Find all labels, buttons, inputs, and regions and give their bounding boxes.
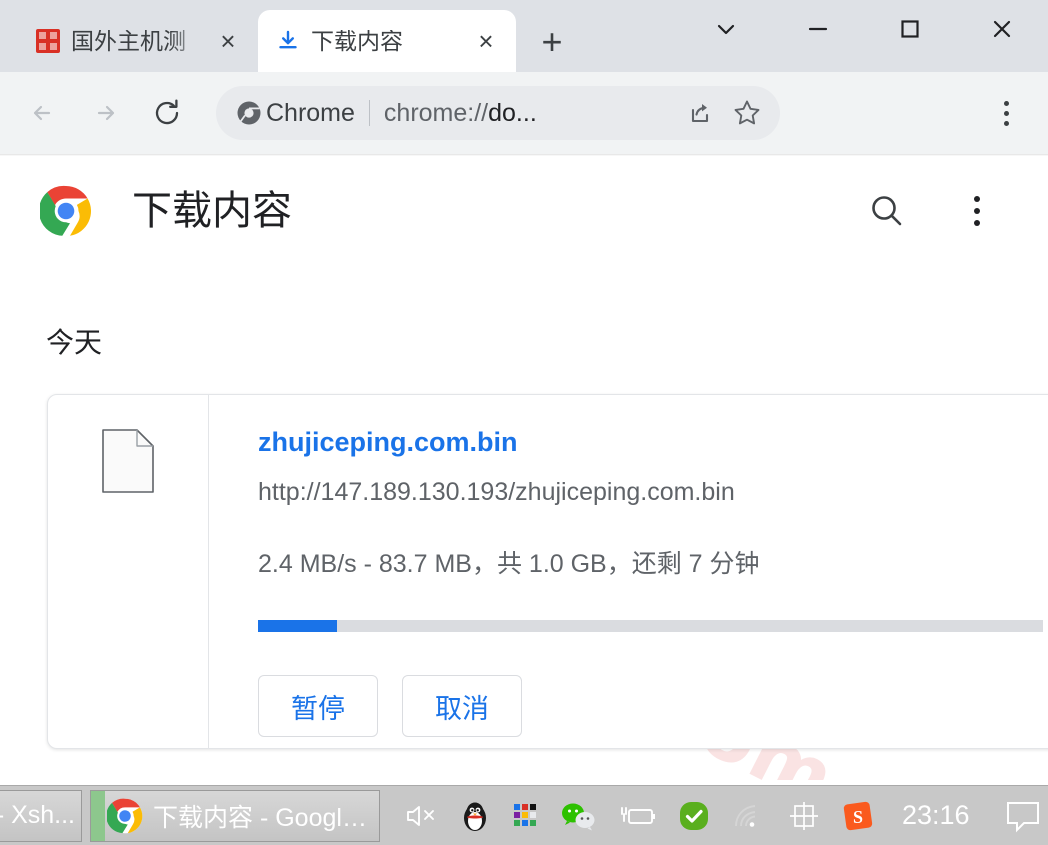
- forward-arrow-icon[interactable]: [78, 86, 132, 140]
- downloads-page: zhujiceping.com 下载内容: [0, 156, 1048, 780]
- chrome-shield-icon: [232, 96, 266, 130]
- green-check-icon[interactable]: [678, 800, 710, 832]
- reload-icon[interactable]: [140, 86, 194, 140]
- menu-dot: [1003, 110, 1009, 116]
- tab-title: 下载内容: [311, 29, 403, 53]
- qq-penguin-icon[interactable]: [460, 799, 490, 833]
- omnibox-divider: [368, 100, 370, 126]
- download-source-url: http://147.189.130.193/zhujiceping.com.b…: [258, 478, 735, 506]
- minimize-icon[interactable]: [772, 0, 864, 58]
- back-arrow-icon[interactable]: [16, 86, 70, 140]
- browser-tab-2[interactable]: 下载内容 ×: [258, 10, 516, 72]
- sogou-icon[interactable]: S: [842, 800, 874, 832]
- download-file-icon-column: [48, 395, 209, 748]
- taskbar-item-label: 下载内容 - Google ...: [153, 803, 379, 832]
- share-icon[interactable]: [682, 96, 716, 130]
- menu-dot: [974, 196, 980, 202]
- menu-dot: [974, 208, 980, 214]
- download-action-buttons: 暂停 取消: [258, 675, 1048, 737]
- close-icon[interactable]: ×: [214, 27, 242, 55]
- three-dot-menu-icon[interactable]: [982, 89, 1030, 137]
- maximize-icon[interactable]: [864, 0, 956, 58]
- download-status-text: 2.4 MB/s - 83.7 MB，共 1.0 GB，还剩 7 分钟: [258, 550, 760, 578]
- chevron-down-icon[interactable]: [680, 0, 772, 58]
- volume-muted-icon[interactable]: [404, 801, 438, 831]
- menu-dot: [1003, 120, 1009, 126]
- download-progress-fill: [258, 620, 337, 632]
- taskbar-item-label: - Xsh...: [0, 801, 75, 829]
- pause-button[interactable]: 暂停: [258, 675, 378, 737]
- color-grid-icon[interactable]: [512, 802, 538, 830]
- svg-text:S: S: [853, 807, 863, 827]
- tab-strip: 国外主机测 × 下载内容 × +: [0, 0, 1048, 72]
- taskbar-clock[interactable]: 23:16: [902, 800, 970, 831]
- download-item-card[interactable]: zhujiceping.com.bin http://147.189.130.1…: [47, 394, 1048, 749]
- generic-file-icon: [102, 429, 154, 493]
- download-filename-link[interactable]: zhujiceping.com.bin: [258, 429, 518, 456]
- wifi-icon[interactable]: [732, 802, 766, 830]
- download-group-day-label: 今天: [46, 327, 103, 358]
- download-icon: [276, 29, 300, 53]
- omnibox-url-host: do...: [488, 98, 537, 127]
- system-tray: S: [404, 799, 874, 833]
- address-bar[interactable]: Chrome chrome://do...: [216, 86, 780, 140]
- star-icon[interactable]: [730, 96, 764, 130]
- three-dot-menu-icon[interactable]: [948, 182, 1006, 240]
- download-item-body: zhujiceping.com.bin http://147.189.130.1…: [210, 395, 1048, 748]
- chrome-logo: [38, 185, 92, 237]
- close-icon[interactable]: ×: [472, 27, 500, 55]
- page-header-actions: [858, 182, 1048, 240]
- taskbar-item-chrome[interactable]: 下载内容 - Google ...: [90, 789, 380, 842]
- windows-taskbar: - Xsh... 下载内容 - Google ... S 23:16: [0, 785, 1048, 845]
- battery-charging-icon[interactable]: [618, 802, 656, 830]
- tab-title: 国外主机测: [71, 29, 186, 53]
- browser-toolbar: Chrome chrome://do...: [0, 72, 1048, 154]
- new-tab-button[interactable]: +: [532, 22, 572, 62]
- chrome-logo-icon: [106, 798, 143, 834]
- window-controls: [680, 0, 1048, 58]
- red-site-icon: [36, 29, 60, 53]
- notification-icon[interactable]: [1004, 799, 1042, 833]
- taskbar-item-xshell[interactable]: - Xsh...: [0, 789, 82, 842]
- menu-dot: [1003, 100, 1009, 106]
- download-progress-bar: [258, 620, 1043, 632]
- menu-dot: [974, 220, 980, 226]
- omnibox-brand-label: Chrome: [266, 98, 355, 127]
- omnibox-url: chrome://do...: [384, 99, 537, 128]
- ime-chinese-icon[interactable]: [788, 800, 820, 832]
- search-icon[interactable]: [858, 182, 916, 240]
- wechat-icon[interactable]: [560, 801, 596, 831]
- page-title: 下载内容: [132, 189, 292, 233]
- browser-tab-1[interactable]: 国外主机测 ×: [18, 10, 258, 72]
- downloads-page-header: 下载内容: [0, 156, 1048, 266]
- cancel-button[interactable]: 取消: [402, 675, 522, 737]
- omnibox-url-scheme: chrome://: [383, 98, 489, 127]
- close-icon[interactable]: [956, 0, 1048, 58]
